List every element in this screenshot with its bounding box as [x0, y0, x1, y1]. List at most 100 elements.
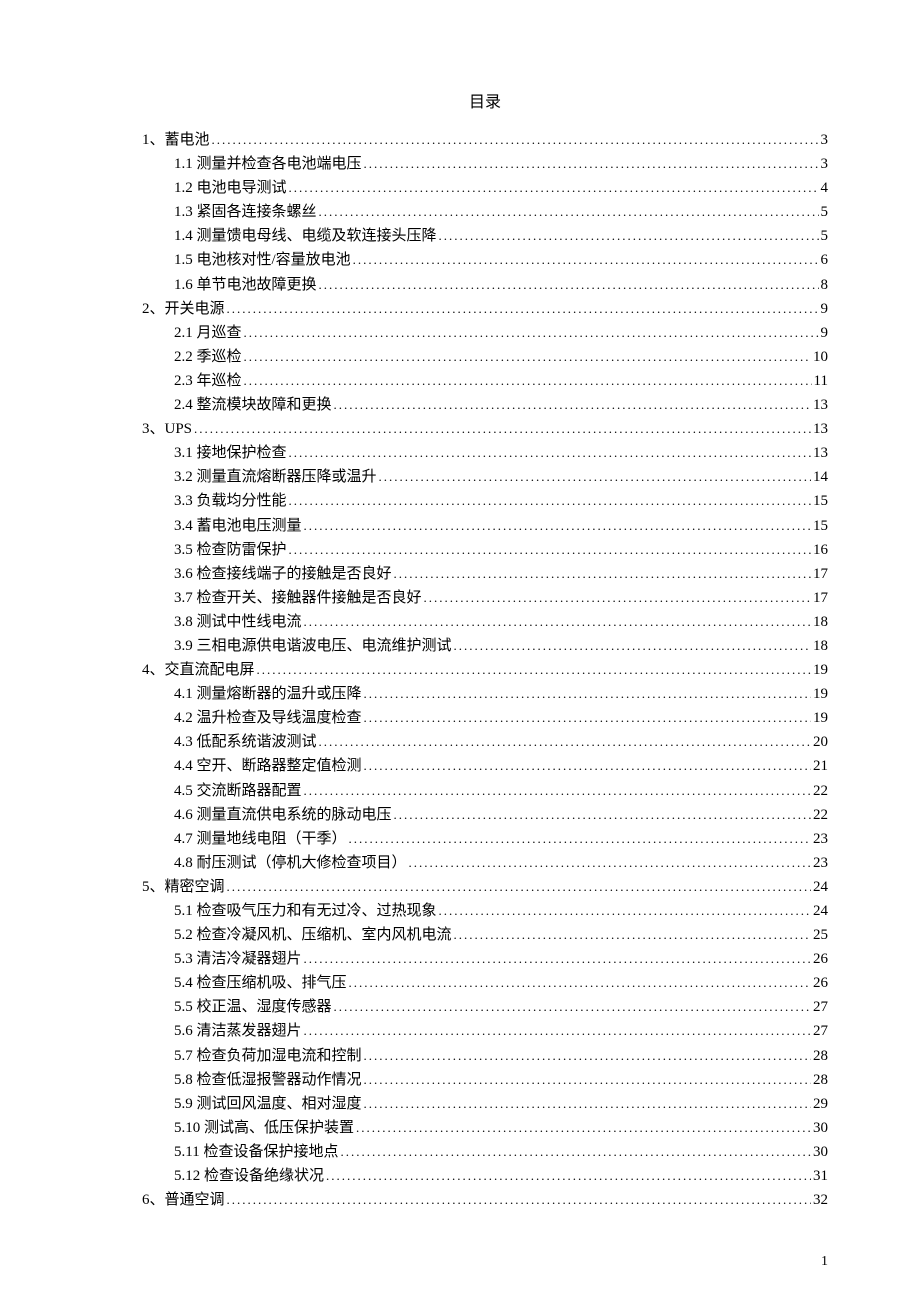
toc-page: 24 — [813, 875, 828, 899]
toc-entry[interactable]: 5.6 清洁蒸发器翅片 27 — [142, 1019, 828, 1043]
toc-entry[interactable]: 4.7 测量地线电阻（干季）23 — [142, 827, 828, 851]
toc-entry[interactable]: 3.6 检查接线端子的接触是否良好17 — [142, 562, 828, 586]
toc-label: 1、蓄电池 — [142, 128, 210, 152]
toc-entry[interactable]: 1.4 测量馈电母线、电缆及软连接头压降 5 — [142, 224, 828, 248]
toc-entry[interactable]: 3、UPS13 — [142, 417, 828, 441]
toc-entry[interactable]: 5.7 检查负荷加湿电流和控制28 — [142, 1044, 828, 1068]
toc-label: 6、普通空调 — [142, 1188, 225, 1212]
toc-label: 5.1 检查吸气压力和有无过冷、过热现象 — [174, 899, 437, 923]
toc-label: 4.1 测量熔断器的温升或压降 — [174, 682, 362, 706]
toc-entry[interactable]: 5.4 检查压缩机吸、排气压26 — [142, 971, 828, 995]
toc-label: 4.5 交流断路器配置 — [174, 779, 302, 803]
toc-page: 23 — [813, 827, 828, 851]
toc-leader-dots — [304, 610, 811, 634]
toc-page: 25 — [813, 923, 828, 947]
toc-container: 1、蓄电池31.1 测量并检查各电池端电压 31.2 电池电导测试41.3 紧固各… — [142, 128, 828, 1212]
toc-page: 19 — [813, 658, 828, 682]
toc-page: 28 — [813, 1068, 828, 1092]
toc-entry[interactable]: 3.7 检查开关、接触器件接触是否良好17 — [142, 586, 828, 610]
toc-entry[interactable]: 4、交直流配电屏 19 — [142, 658, 828, 682]
toc-page: 3 — [821, 152, 829, 176]
toc-entry[interactable]: 1.6 单节电池故障更换8 — [142, 273, 828, 297]
toc-entry[interactable]: 5.3 清洁冷凝器翅片26 — [142, 947, 828, 971]
toc-page: 5 — [821, 224, 829, 248]
toc-entry[interactable]: 5.9 测试回风温度、相对湿度29 — [142, 1092, 828, 1116]
toc-page: 23 — [813, 851, 828, 875]
toc-entry[interactable]: 4.2 温升检查及导线温度检查19 — [142, 706, 828, 730]
toc-entry[interactable]: 1.1 测量并检查各电池端电压 3 — [142, 152, 828, 176]
toc-leader-dots — [289, 441, 811, 465]
toc-leader-dots — [364, 706, 811, 730]
toc-entry[interactable]: 6、普通空调32 — [142, 1188, 828, 1212]
toc-entry[interactable]: 4.3 低配系统谐波测试20 — [142, 730, 828, 754]
toc-label: 5.4 检查压缩机吸、排气压 — [174, 971, 347, 995]
toc-entry[interactable]: 2.1 月巡查9 — [142, 321, 828, 345]
toc-entry[interactable]: 1、蓄电池3 — [142, 128, 828, 152]
toc-entry[interactable]: 5.11 检查设备保护接地点30 — [142, 1140, 828, 1164]
toc-entry[interactable]: 5.10 测试高、低压保护装置30 — [142, 1116, 828, 1140]
toc-entry[interactable]: 5.12 检查设备绝缘状况31 — [142, 1164, 828, 1188]
toc-title: 目录 — [142, 88, 828, 112]
toc-entry[interactable]: 3.9 三相电源供电谐波电压、电流维护测试18 — [142, 634, 828, 658]
toc-entry[interactable]: 4.5 交流断路器配置22 — [142, 779, 828, 803]
toc-leader-dots — [319, 730, 811, 754]
toc-entry[interactable]: 3.5 检查防雷保护16 — [142, 538, 828, 562]
toc-page: 13 — [813, 417, 828, 441]
toc-label: 5.6 清洁蒸发器翅片 — [174, 1019, 302, 1043]
toc-page: 14 — [813, 465, 828, 489]
toc-page: 28 — [813, 1044, 828, 1068]
toc-entry[interactable]: 2.4 整流模块故障和更换13 — [142, 393, 828, 417]
toc-leader-dots — [319, 273, 819, 297]
toc-entry[interactable]: 2.3 年巡检11 — [142, 369, 828, 393]
toc-label: 4.4 空开、断路器整定值检测 — [174, 754, 362, 778]
toc-entry[interactable]: 5.8 检查低湿报警器动作情况28 — [142, 1068, 828, 1092]
toc-label: 3.2 测量直流熔断器压降或温升 — [174, 465, 377, 489]
toc-leader-dots — [364, 754, 811, 778]
toc-label: 5.5 校正温、湿度传感器 — [174, 995, 332, 1019]
toc-leader-dots — [364, 1068, 811, 1092]
toc-entry[interactable]: 1.2 电池电导测试4 — [142, 176, 828, 200]
toc-entry[interactable]: 2、开关电源9 — [142, 297, 828, 321]
toc-page: 5 — [821, 200, 829, 224]
toc-leader-dots — [227, 1188, 811, 1212]
toc-entry[interactable]: 4.4 空开、断路器整定值检测21 — [142, 754, 828, 778]
toc-label: 5.3 清洁冷凝器翅片 — [174, 947, 302, 971]
toc-entry[interactable]: 3.4 蓄电池电压测量15 — [142, 514, 828, 538]
toc-entry[interactable]: 5.1 检查吸气压力和有无过冷、过热现象24 — [142, 899, 828, 923]
toc-label: 5.10 测试高、低压保护装置 — [174, 1116, 354, 1140]
toc-entry[interactable]: 5.2 检查冷凝风机、压缩机、室内风机电流25 — [142, 923, 828, 947]
toc-leader-dots — [304, 514, 811, 538]
toc-label: 1.4 测量馈电母线、电缆及软连接头压降 — [174, 224, 437, 248]
toc-leader-dots — [244, 321, 819, 345]
toc-label: 3.3 负载均分性能 — [174, 489, 287, 513]
toc-entry[interactable]: 3.8 测试中性线电流18 — [142, 610, 828, 634]
toc-entry[interactable]: 1.5 电池核对性/容量放电池6 — [142, 248, 828, 272]
toc-entry[interactable]: 2.2 季巡检10 — [142, 345, 828, 369]
toc-entry[interactable]: 4.8 耐压测试（停机大修检查项目）23 — [142, 851, 828, 875]
toc-page: 27 — [813, 1019, 828, 1043]
toc-page: 20 — [813, 730, 828, 754]
toc-label: 2.2 季巡检 — [174, 345, 242, 369]
toc-label: 2.3 年巡检 — [174, 369, 242, 393]
toc-label: 3.9 三相电源供电谐波电压、电流维护测试 — [174, 634, 452, 658]
toc-entry[interactable]: 1.3 紧固各连接条螺丝5 — [142, 200, 828, 224]
toc-leader-dots — [289, 176, 819, 200]
toc-entry[interactable]: 3.1 接地保护检查13 — [142, 441, 828, 465]
toc-leader-dots — [364, 1044, 811, 1068]
toc-label: 4.2 温升检查及导线温度检查 — [174, 706, 362, 730]
toc-label: 1.1 测量并检查各电池端电压 — [174, 152, 362, 176]
toc-leader-dots — [394, 803, 811, 827]
toc-leader-dots — [349, 971, 811, 995]
toc-leader-dots — [340, 1140, 811, 1164]
toc-entry[interactable]: 3.2 测量直流熔断器压降或温升 14 — [142, 465, 828, 489]
toc-leader-dots — [227, 875, 811, 899]
toc-entry[interactable]: 4.6 测量直流供电系统的脉动电压22 — [142, 803, 828, 827]
toc-leader-dots — [364, 152, 819, 176]
toc-entry[interactable]: 4.1 测量熔断器的温升或压降19 — [142, 682, 828, 706]
toc-page: 17 — [813, 562, 828, 586]
toc-label: 3.4 蓄电池电压测量 — [174, 514, 302, 538]
toc-entry[interactable]: 3.3 负载均分性能15 — [142, 489, 828, 513]
toc-entry[interactable]: 5、精密空调24 — [142, 875, 828, 899]
toc-entry[interactable]: 5.5 校正温、湿度传感器27 — [142, 995, 828, 1019]
toc-label: 4、交直流配电屏 — [142, 658, 255, 682]
